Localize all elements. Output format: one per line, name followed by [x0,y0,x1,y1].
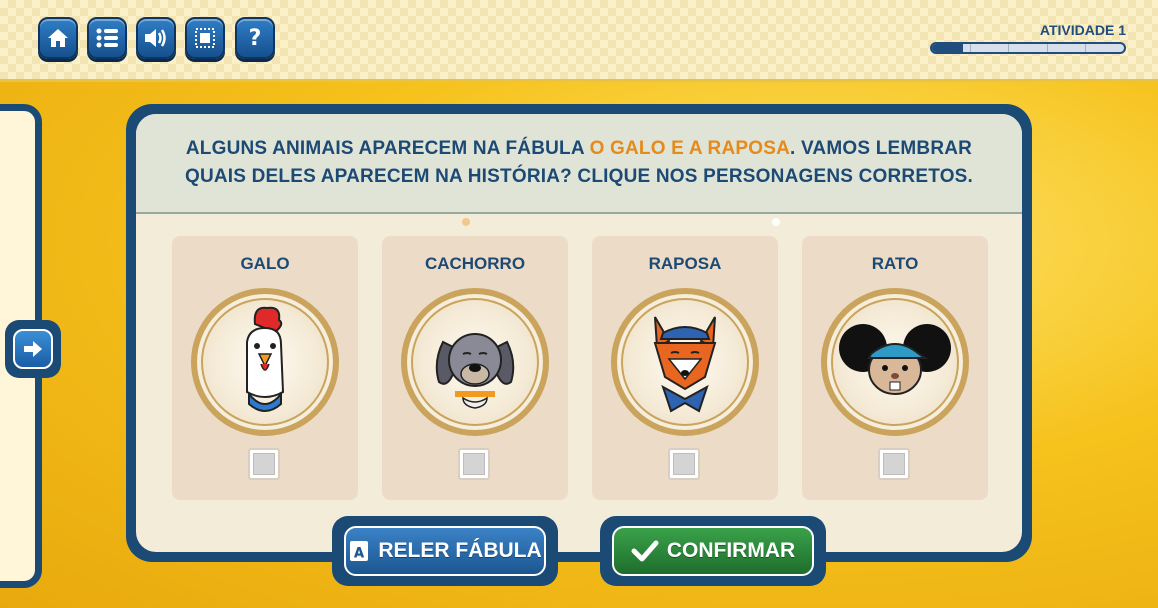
confirm-button[interactable]: CONFIRMAR [612,526,814,576]
home-icon [48,29,68,47]
checkmark-icon [631,540,659,562]
option-label: GALO [240,254,290,273]
option-label: CACHORRO [424,254,526,273]
list-icon [96,28,118,48]
confirm-label: CONFIRMAR [666,539,796,562]
arrow-right-icon [24,341,42,357]
rooster-icon [246,306,285,412]
option-card-rato[interactable]: RATO [802,236,988,500]
mouse-icon [839,324,951,395]
option-checkbox[interactable] [668,448,700,480]
side-panel-toggle-button[interactable] [5,320,61,378]
character-medal[interactable] [821,288,969,436]
fullscreen-button[interactable] [185,17,225,59]
option-card-raposa[interactable]: RAPOSA [592,236,778,500]
menu-button[interactable] [87,17,127,59]
dog-icon [435,333,515,409]
fox-icon [653,316,717,413]
activity-panel: ALGUNS ANIMAIS APARECEM NA FÁBULA O GALO… [136,114,1022,552]
help-button[interactable]: ? [235,17,275,59]
option-card-cachorro[interactable]: CACHORRO [382,236,568,500]
character-medal[interactable] [191,288,339,436]
question-icon: ? [248,25,262,51]
option-label: RATO [871,254,919,273]
option-checkbox[interactable] [878,448,910,480]
instruction-text: ALGUNS ANIMAIS APARECEM NA FÁBULA O GALO… [184,138,974,187]
sound-button[interactable] [136,17,176,59]
option-card-galo[interactable]: GALO [172,236,358,500]
reread-fable-label: RELER FÁBULA [378,539,542,562]
option-checkbox[interactable] [458,448,490,480]
character-medal[interactable] [401,288,549,436]
speaker-icon [145,29,166,47]
option-checkbox[interactable] [248,448,280,480]
top-bar: ? ATIVIDADE 1 [0,0,1158,82]
home-button[interactable] [38,17,78,59]
character-medal[interactable] [611,288,759,436]
activity-progress-bar [930,42,1126,54]
book-icon: A [350,541,369,561]
reread-fable-button[interactable]: A RELER FÁBULA [344,526,546,576]
instruction-header: ALGUNS ANIMAIS APARECEM NA FÁBULA O GALO… [136,114,1022,214]
fable-title: O GALO E A RAPOSA [589,138,791,159]
fullscreen-icon [195,28,215,48]
progress-fill [932,44,963,52]
svg-text:A: A [354,546,364,561]
option-label: RAPOSA [648,254,722,273]
activity-label: ATIVIDADE 1 [1039,22,1126,38]
